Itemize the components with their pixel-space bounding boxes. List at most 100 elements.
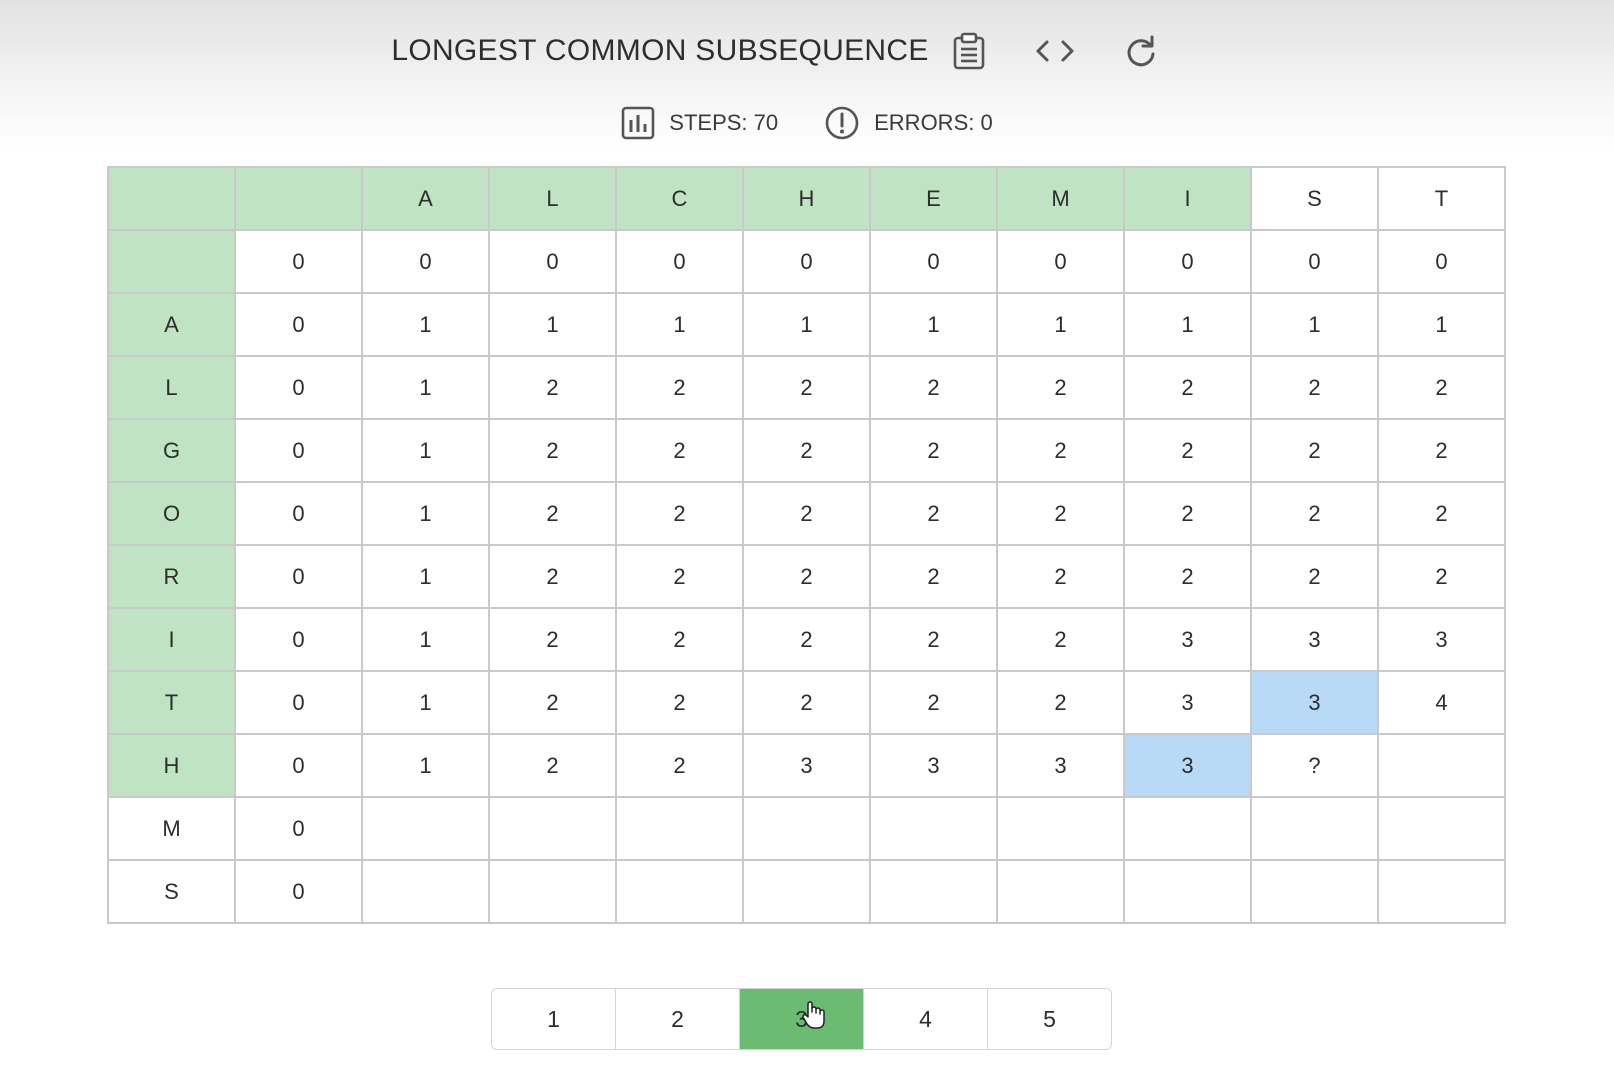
table-cell[interactable]: 2	[615, 607, 744, 672]
table-cell[interactable]: 0	[742, 229, 871, 294]
row-header-cell[interactable]: M	[107, 796, 236, 861]
table-cell[interactable]: 2	[996, 544, 1125, 609]
table-cell[interactable]: 1	[361, 292, 490, 357]
table-cell[interactable]: 1	[869, 292, 998, 357]
table-cell[interactable]: 3	[1123, 607, 1252, 672]
table-cell[interactable]	[1377, 796, 1506, 861]
table-cell[interactable]: 1	[1377, 292, 1506, 357]
table-cell[interactable]: 0	[234, 481, 363, 546]
table-cell[interactable]	[234, 166, 363, 231]
table-cell[interactable]: 1	[361, 355, 490, 420]
table-cell[interactable]: 1	[615, 292, 744, 357]
row-header-cell[interactable]: G	[107, 418, 236, 483]
table-cell[interactable]	[742, 796, 871, 861]
table-cell[interactable]: 2	[996, 418, 1125, 483]
page-button-4[interactable]: 4	[864, 989, 988, 1049]
table-cell[interactable]: 3	[869, 733, 998, 798]
table-cell[interactable]: 2	[742, 544, 871, 609]
table-cell[interactable]	[1123, 859, 1252, 924]
table-cell[interactable]: 0	[1250, 229, 1379, 294]
row-header-cell[interactable]: I	[107, 607, 236, 672]
table-cell[interactable]: 2	[1123, 481, 1252, 546]
table-cell[interactable]	[107, 229, 236, 294]
table-cell[interactable]	[1250, 859, 1379, 924]
table-cell[interactable]	[361, 796, 490, 861]
table-cell[interactable]: 3	[996, 733, 1125, 798]
table-cell[interactable]: 0	[234, 733, 363, 798]
table-cell[interactable]	[1123, 796, 1252, 861]
table-cell[interactable]: 2	[615, 418, 744, 483]
table-cell[interactable]: 0	[234, 292, 363, 357]
column-header-cell[interactable]: A	[361, 166, 490, 231]
table-cell[interactable]: 0	[234, 418, 363, 483]
table-cell[interactable]: 0	[234, 355, 363, 420]
table-cell[interactable]: 0	[234, 607, 363, 672]
table-cell[interactable]: 2	[996, 355, 1125, 420]
table-cell[interactable]: 2	[869, 607, 998, 672]
table-cell[interactable]: 2	[996, 607, 1125, 672]
table-cell[interactable]: 2	[615, 544, 744, 609]
table-cell[interactable]: 0	[234, 859, 363, 924]
page-button-5[interactable]: 5	[988, 989, 1111, 1049]
table-cell[interactable]: 3	[1377, 607, 1506, 672]
table-cell[interactable]: 2	[1250, 418, 1379, 483]
table-cell[interactable]: 2	[615, 670, 744, 735]
table-cell[interactable]	[107, 166, 236, 231]
table-cell[interactable]: 2	[869, 544, 998, 609]
code-button[interactable]	[1033, 29, 1077, 73]
table-cell[interactable]: 2	[742, 607, 871, 672]
table-cell[interactable]: 2	[742, 355, 871, 420]
table-cell[interactable]: 1	[361, 733, 490, 798]
table-cell[interactable]: 1	[1123, 292, 1252, 357]
table-cell[interactable]: 1	[361, 418, 490, 483]
table-cell[interactable]: 2	[996, 481, 1125, 546]
page-button-3[interactable]: 3	[740, 989, 864, 1049]
table-cell[interactable]: 0	[615, 229, 744, 294]
clipboard-button[interactable]	[947, 29, 991, 73]
column-header-cell[interactable]: L	[488, 166, 617, 231]
table-cell[interactable]	[1377, 859, 1506, 924]
table-cell[interactable]: 2	[488, 355, 617, 420]
row-header-cell[interactable]: T	[107, 670, 236, 735]
table-cell[interactable]: 2	[742, 418, 871, 483]
table-cell[interactable]: 1	[1250, 292, 1379, 357]
table-cell[interactable]	[361, 859, 490, 924]
table-cell[interactable]: 0	[488, 229, 617, 294]
table-cell[interactable]	[996, 859, 1125, 924]
column-header-cell[interactable]: M	[996, 166, 1125, 231]
table-cell[interactable]: 2	[1377, 418, 1506, 483]
table-cell[interactable]	[869, 859, 998, 924]
table-cell[interactable]: 2	[869, 418, 998, 483]
table-cell[interactable]: 1	[361, 481, 490, 546]
page-button-2[interactable]: 2	[616, 989, 740, 1049]
table-cell[interactable]: 2	[1377, 355, 1506, 420]
table-cell[interactable]: 2	[488, 481, 617, 546]
row-header-cell[interactable]: A	[107, 292, 236, 357]
table-cell[interactable]: 1	[488, 292, 617, 357]
row-header-cell[interactable]: H	[107, 733, 236, 798]
table-cell[interactable]: 0	[234, 796, 363, 861]
table-cell[interactable]: 0	[361, 229, 490, 294]
column-header-cell[interactable]: I	[1123, 166, 1252, 231]
table-cell[interactable]	[996, 796, 1125, 861]
table-cell[interactable]: 2	[1123, 355, 1252, 420]
table-cell[interactable]: 1	[742, 292, 871, 357]
table-cell[interactable]: 2	[1250, 544, 1379, 609]
table-cell[interactable]: 0	[1377, 229, 1506, 294]
table-cell[interactable]: 2	[1377, 544, 1506, 609]
table-cell[interactable]: 1	[361, 544, 490, 609]
table-cell[interactable]: 0	[234, 544, 363, 609]
column-header-cell[interactable]: S	[1250, 166, 1379, 231]
table-cell[interactable]: 0	[996, 229, 1125, 294]
table-cell[interactable]	[488, 796, 617, 861]
current-cell[interactable]: ?	[1250, 733, 1379, 798]
row-header-cell[interactable]: S	[107, 859, 236, 924]
table-cell[interactable]: 2	[996, 670, 1125, 735]
refresh-button[interactable]	[1119, 29, 1163, 73]
row-header-cell[interactable]: L	[107, 355, 236, 420]
table-cell[interactable]: 2	[1123, 544, 1252, 609]
column-header-cell[interactable]: C	[615, 166, 744, 231]
table-cell[interactable]	[1250, 796, 1379, 861]
table-cell[interactable]: 2	[488, 733, 617, 798]
table-cell[interactable]	[869, 796, 998, 861]
